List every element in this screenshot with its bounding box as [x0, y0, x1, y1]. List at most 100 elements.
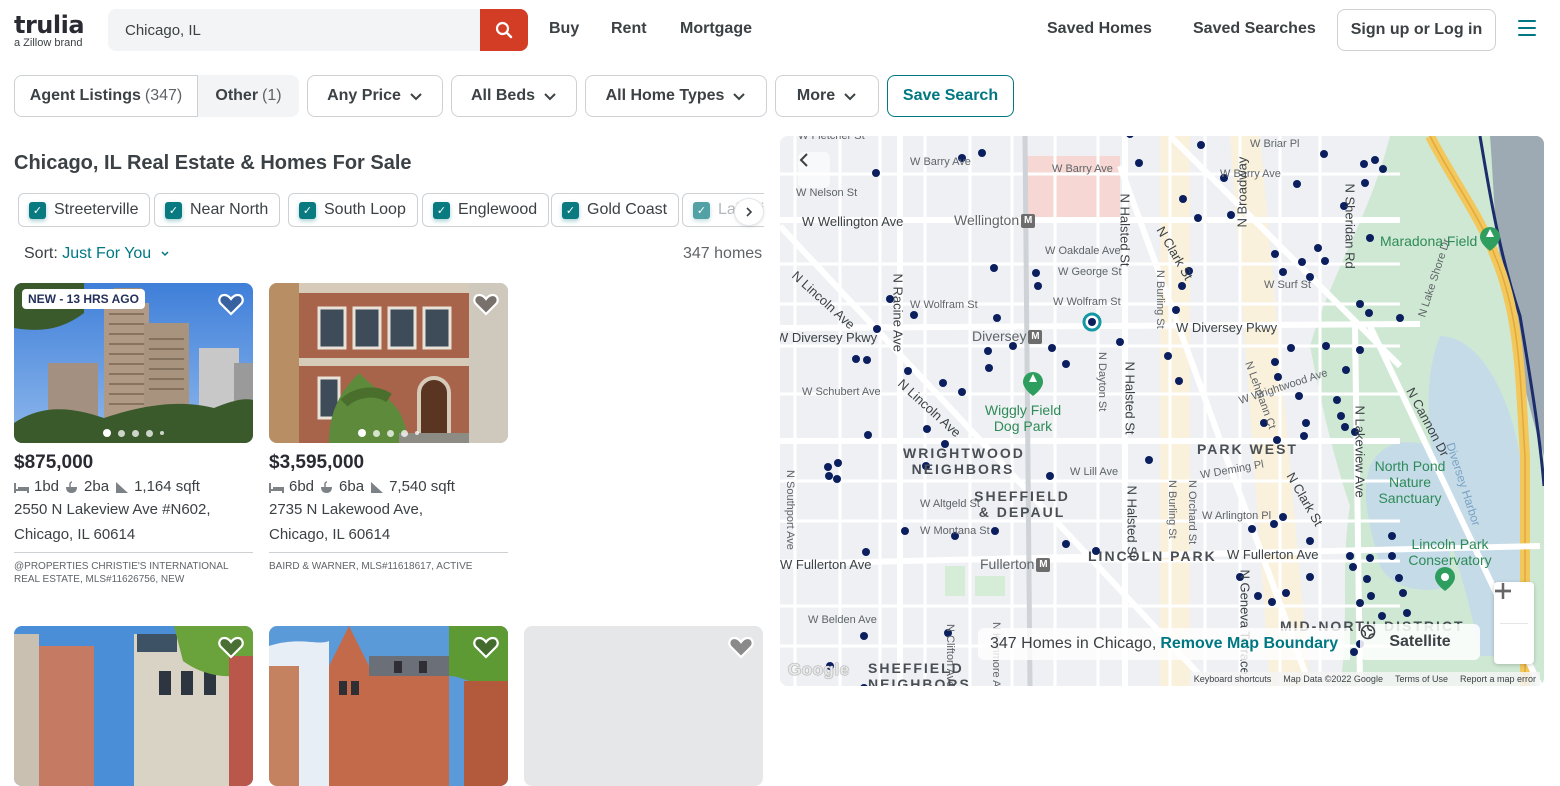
signup-login-button[interactable]: Sign up or Log in [1337, 9, 1496, 51]
saved-homes-link[interactable]: Saved Homes [1047, 20, 1152, 38]
listing-marker[interactable] [864, 431, 872, 439]
listing-marker[interactable] [1388, 532, 1396, 540]
listing-marker[interactable] [1271, 358, 1279, 366]
listing-marker[interactable] [1197, 141, 1205, 149]
listing-address-line2[interactable]: Chicago, IL 60614 [269, 523, 508, 547]
listing-card[interactable]: NEW - 13 HRS AGO $875,000 1bd 2ba 1,164 … [14, 283, 253, 586]
heart-save-icon[interactable] [473, 292, 499, 316]
listing-marker[interactable] [1270, 520, 1278, 528]
listing-marker[interactable] [939, 379, 947, 387]
listing-marker[interactable] [1399, 589, 1407, 597]
saved-searches-link[interactable]: Saved Searches [1193, 20, 1316, 38]
listing-marker[interactable] [1048, 344, 1056, 352]
collapse-map-button[interactable] [798, 152, 830, 188]
listing-photo[interactable]: NEW - 13 HRS AGO [14, 283, 253, 443]
listing-marker[interactable] [1046, 472, 1054, 480]
listing-marker[interactable] [1293, 180, 1301, 188]
listing-marker[interactable] [1350, 648, 1358, 656]
listing-marker[interactable] [1298, 258, 1306, 266]
listing-photo[interactable] [14, 626, 253, 786]
chips-scroll-right-button[interactable] [734, 198, 764, 226]
listing-marker[interactable] [1320, 150, 1328, 158]
save-search-button[interactable]: Save Search [887, 75, 1014, 117]
chip-gold-coast[interactable]: ✓ Gold Coast [551, 193, 680, 227]
search-results-map[interactable]: W Fletcher St W Barry Ave W Barry Ave W … [780, 136, 1544, 686]
listing-marker[interactable] [958, 388, 966, 396]
agent-listings-tab[interactable]: Agent Listings (347) [14, 75, 198, 117]
terms-of-use-link[interactable]: Terms of Use [1395, 674, 1448, 684]
listing-marker[interactable] [1034, 282, 1042, 290]
remove-map-boundary-link[interactable]: Remove Map Boundary [1160, 635, 1338, 653]
listing-marker[interactable] [1356, 346, 1364, 354]
listing-marker[interactable] [1337, 412, 1345, 420]
listing-marker[interactable] [1365, 309, 1373, 317]
heart-save-icon[interactable] [218, 292, 244, 316]
zoom-out-button[interactable] [1494, 589, 1534, 665]
more-filters-dropdown[interactable]: More [775, 75, 879, 117]
listing-marker[interactable] [1367, 592, 1375, 600]
listing-marker[interactable] [1062, 360, 1070, 368]
nav-rent[interactable]: Rent [611, 20, 647, 38]
search-input[interactable] [108, 9, 480, 51]
listing-marker[interactable] [1361, 179, 1369, 187]
listing-marker[interactable] [1302, 419, 1310, 427]
beds-filter-dropdown[interactable]: All Beds [451, 75, 577, 117]
listing-marker[interactable] [1371, 156, 1379, 164]
listing-marker[interactable] [1356, 599, 1364, 607]
chip-englewood[interactable]: ✓ Englewood [422, 193, 550, 227]
listing-marker[interactable] [978, 149, 986, 157]
listing-marker[interactable] [1366, 234, 1374, 242]
listing-marker[interactable] [993, 314, 1001, 322]
listing-marker[interactable] [1306, 573, 1314, 581]
listing-marker[interactable] [1346, 552, 1354, 560]
listing-marker[interactable] [1032, 269, 1040, 277]
listing-marker[interactable] [1349, 563, 1357, 571]
listing-marker[interactable] [991, 527, 999, 535]
listing-marker[interactable] [901, 527, 909, 535]
listing-marker[interactable] [862, 548, 870, 556]
hamburger-menu-icon[interactable] [1518, 20, 1536, 36]
report-map-error-link[interactable]: Report a map error [1460, 674, 1536, 684]
listing-marker[interactable] [1287, 344, 1295, 352]
listing-marker[interactable] [1306, 537, 1314, 545]
heart-save-icon[interactable] [728, 635, 754, 659]
listing-marker[interactable] [1403, 609, 1411, 617]
listing-marker[interactable] [1379, 165, 1387, 173]
listing-marker[interactable] [1322, 342, 1330, 350]
listing-marker[interactable] [990, 264, 998, 272]
listing-address-line1[interactable]: 2735 N Lakewood Ave, [269, 498, 508, 522]
listing-marker[interactable] [1116, 338, 1124, 346]
listing-marker[interactable] [834, 459, 842, 467]
listing-marker[interactable] [923, 425, 931, 433]
trulia-logo[interactable]: trulia a Zillow brand [14, 12, 94, 52]
listing-marker[interactable] [1396, 314, 1404, 322]
listing-marker[interactable] [904, 367, 912, 375]
listing-card[interactable]: $3,595,000 6bd 6ba 7,540 sqft 2735 N Lak… [269, 283, 508, 573]
listing-marker[interactable] [1274, 373, 1282, 381]
chip-south-loop[interactable]: ✓ South Loop [288, 193, 418, 227]
listing-marker[interactable] [1295, 392, 1303, 400]
listing-marker[interactable] [1279, 268, 1287, 276]
listing-marker[interactable] [1321, 257, 1329, 265]
price-filter-dropdown[interactable]: Any Price [307, 75, 443, 117]
nav-buy[interactable]: Buy [549, 20, 579, 38]
sort-dropdown[interactable]: Just For You [62, 245, 169, 262]
listing-photo[interactable] [269, 626, 508, 786]
listing-marker[interactable] [860, 632, 868, 640]
listing-marker[interactable] [1341, 423, 1349, 431]
listing-marker[interactable] [1333, 396, 1341, 404]
listing-card-placeholder[interactable] [524, 626, 763, 786]
other-listings-tab[interactable]: Other (1) [198, 75, 299, 117]
chip-streeterville[interactable]: ✓ Streeterville [18, 193, 151, 227]
listing-marker[interactable] [824, 463, 832, 471]
listing-marker[interactable] [1366, 554, 1374, 562]
listing-marker[interactable] [1360, 160, 1368, 168]
listing-marker[interactable] [985, 364, 993, 372]
listing-marker[interactable] [984, 347, 992, 355]
listing-marker[interactable] [1279, 513, 1287, 521]
search-button[interactable] [480, 9, 528, 51]
listing-photo[interactable] [269, 283, 508, 443]
listing-marker[interactable] [872, 169, 880, 177]
listing-marker[interactable] [1271, 250, 1279, 258]
listing-marker[interactable] [1248, 525, 1256, 533]
